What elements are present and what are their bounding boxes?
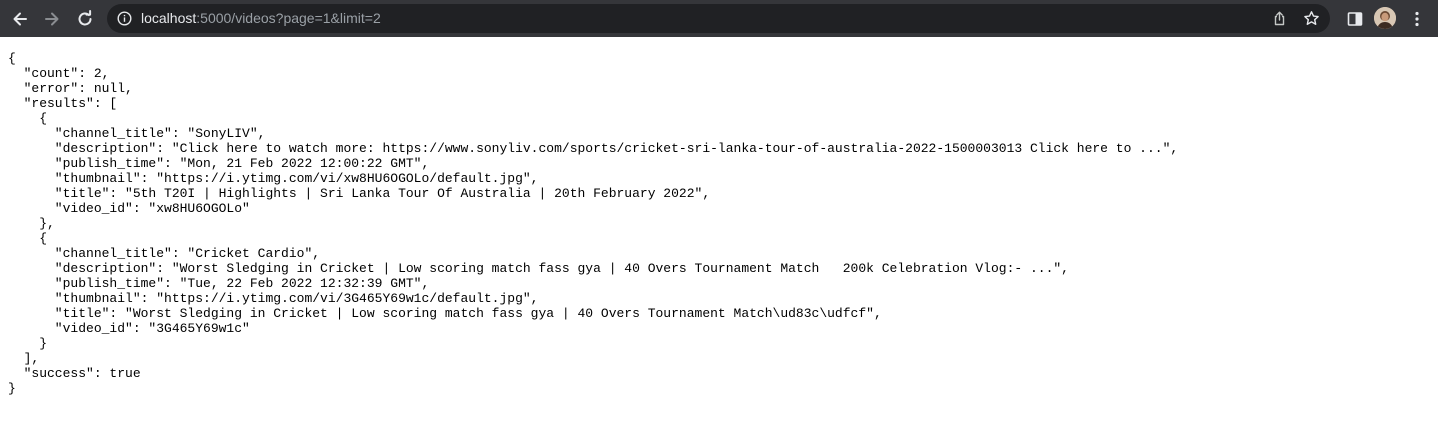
address-bar[interactable]: localhost:5000/videos?page=1&limit=2 — [107, 4, 1330, 33]
browser-menu-button[interactable] — [1404, 6, 1430, 32]
reload-icon — [78, 10, 92, 26]
url-text[interactable]: localhost:5000/videos?page=1&limit=2 — [141, 4, 381, 33]
reload-button[interactable] — [72, 6, 98, 32]
browser-toolbar: localhost:5000/videos?page=1&limit=2 — [0, 0, 1438, 37]
side-panel-icon — [1347, 12, 1363, 26]
back-button[interactable] — [7, 6, 33, 32]
profile-avatar-icon — [1374, 7, 1396, 29]
share-icon[interactable] — [1271, 10, 1288, 27]
json-response-body: { "count": 2, "error": null, "results": … — [8, 51, 1179, 396]
kebab-menu-icon — [1415, 11, 1419, 27]
side-panel-button[interactable] — [1342, 6, 1368, 32]
url-path: :5000/videos?page=1&limit=2 — [196, 10, 381, 26]
arrow-right-icon — [45, 12, 59, 26]
arrow-left-icon — [13, 12, 27, 26]
forward-button[interactable] — [39, 6, 65, 32]
avatar[interactable] — [1374, 7, 1396, 29]
star-icon[interactable] — [1303, 10, 1320, 27]
info-circle-icon[interactable] — [117, 11, 132, 26]
url-host: localhost — [141, 10, 197, 26]
